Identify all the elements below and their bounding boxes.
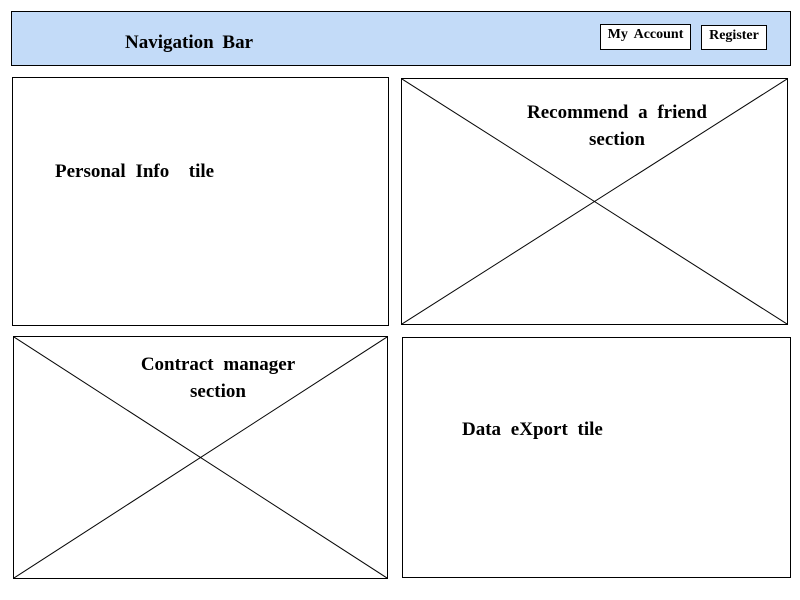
data-export-tile-label: Data eXport tile: [462, 419, 603, 440]
recommend-friend-label-line2: section: [589, 129, 645, 150]
contract-manager-label-line1: Contract manager: [140, 354, 296, 375]
contract-manager-label: Contract manager section: [123, 351, 313, 405]
recommend-friend-label: Recommend a friend section: [512, 99, 722, 153]
navigation-bar-title: Navigation Bar: [125, 32, 254, 53]
personal-info-tile-label: Personal Info tile: [55, 161, 215, 182]
navigation-bar: Navigation Bar My Account Register: [11, 11, 791, 66]
recommend-friend-label-line1: Recommend a friend: [527, 102, 707, 123]
personal-info-tile: Personal Info tile: [12, 77, 389, 326]
register-button[interactable]: Register: [701, 25, 767, 50]
contract-manager-section: Contract manager section: [13, 336, 388, 579]
contract-manager-label-line2: section: [190, 381, 246, 402]
data-export-tile: Data eXport tile: [402, 337, 791, 578]
recommend-friend-section: Recommend a friend section: [401, 78, 788, 325]
my-account-button[interactable]: My Account: [600, 24, 691, 50]
